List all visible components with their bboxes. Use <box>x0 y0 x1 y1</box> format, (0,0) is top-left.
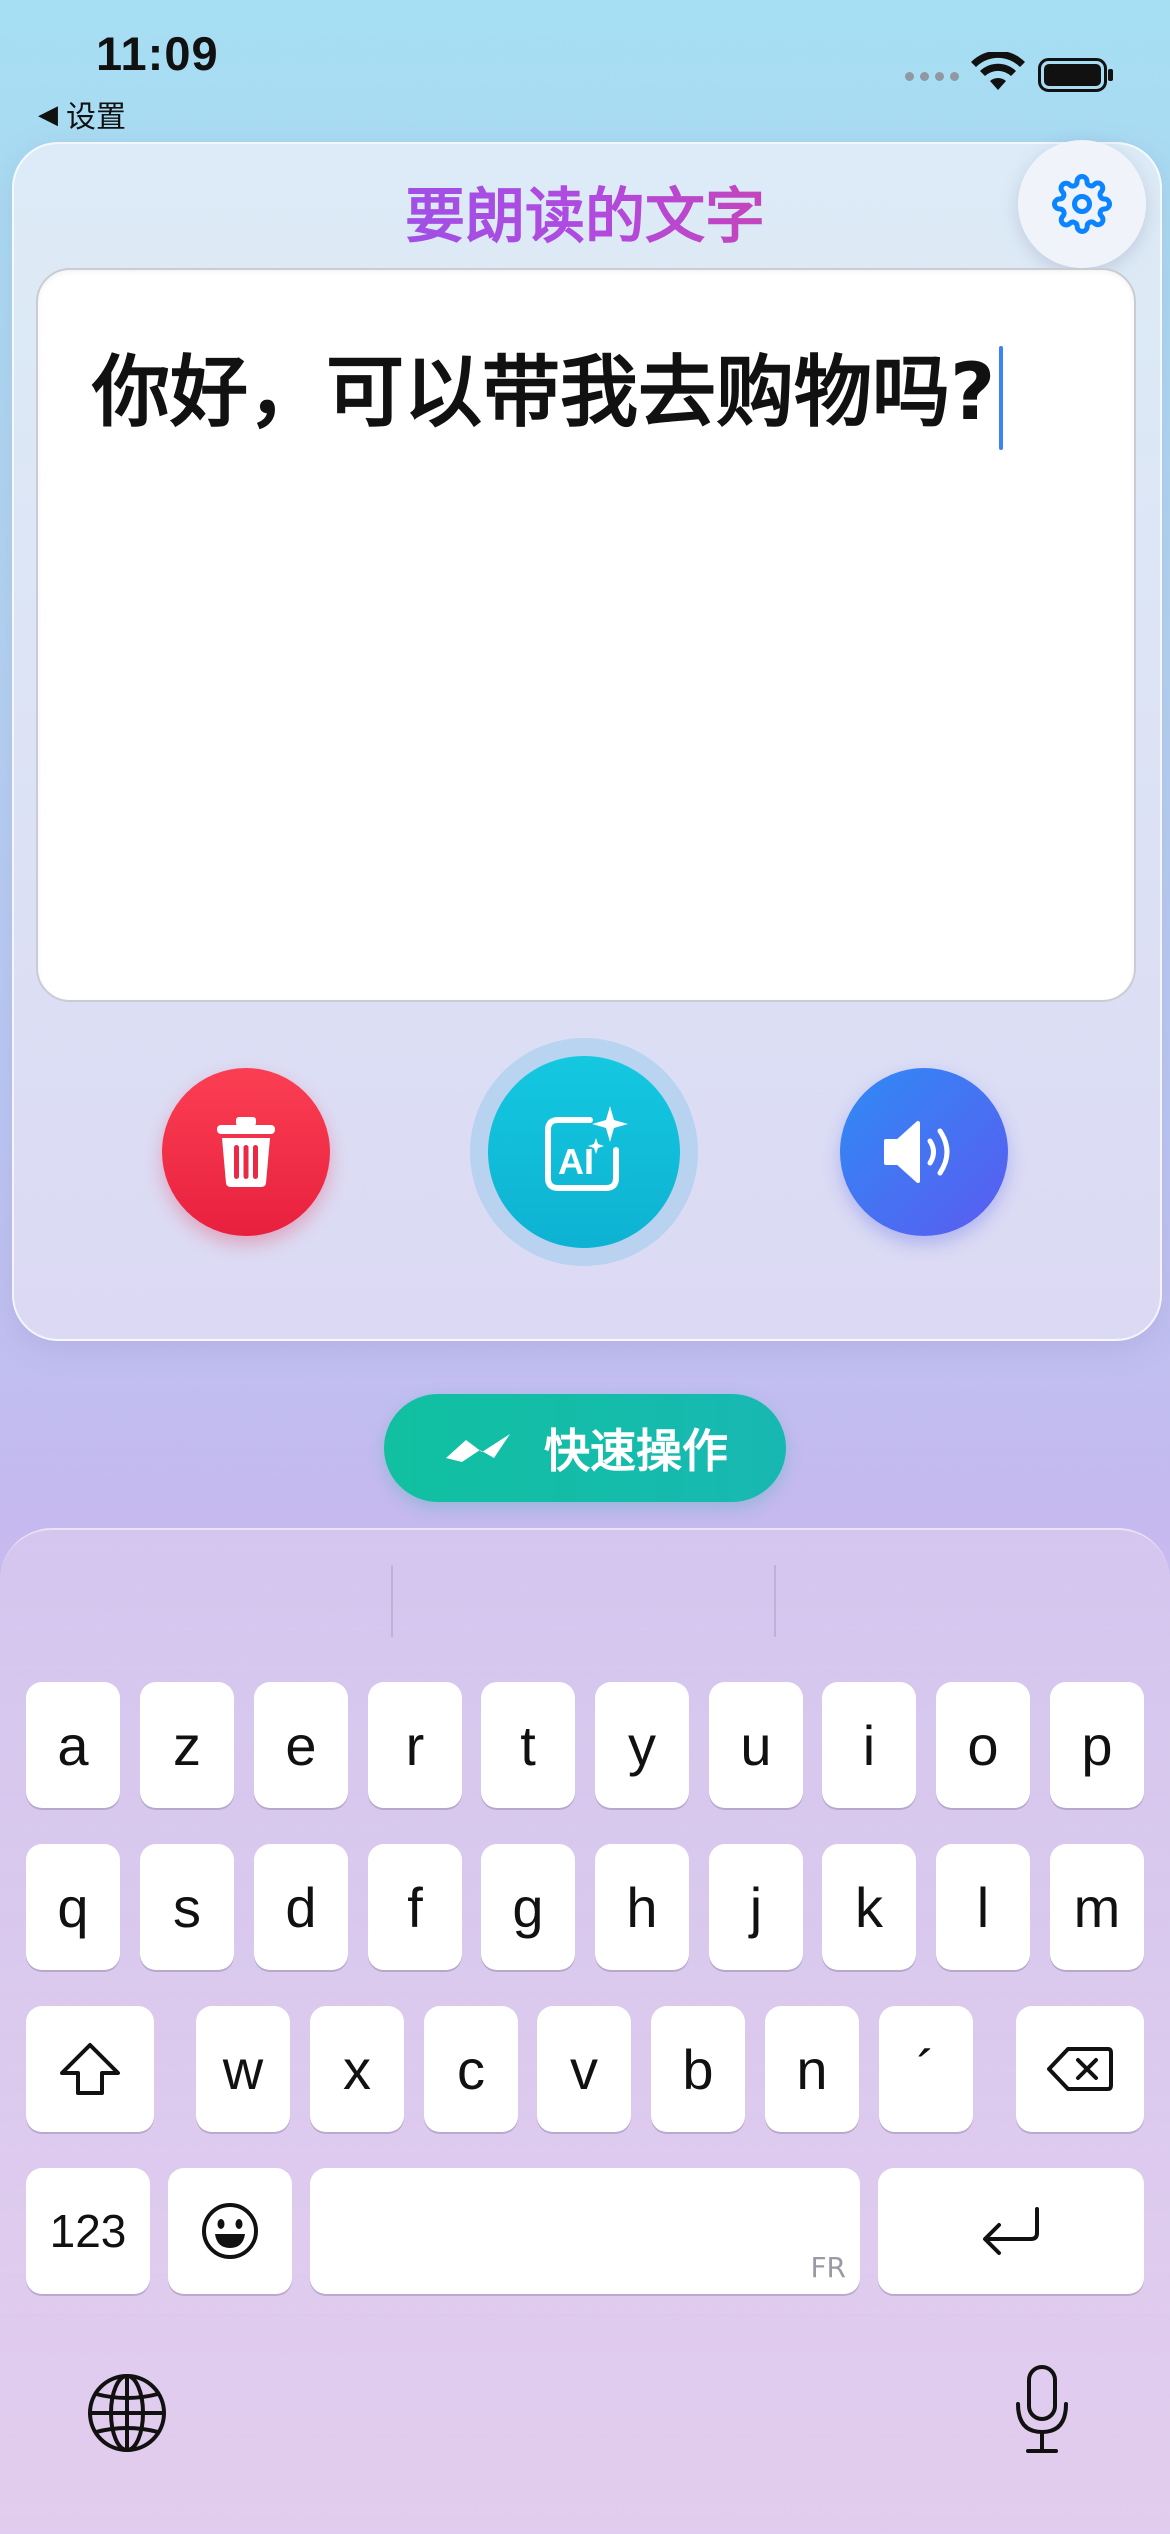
globe-icon[interactable] <box>86 2372 168 2454</box>
key-s[interactable]: s <box>140 1844 234 1970</box>
back-label: 设置 <box>66 101 126 134</box>
key-a[interactable]: a <box>26 1682 120 1808</box>
battery-icon <box>1038 58 1113 92</box>
key-k[interactable]: k <box>822 1844 916 1970</box>
status-time: 11:09 <box>96 27 219 80</box>
key-u[interactable]: u <box>709 1682 803 1808</box>
key-o[interactable]: o <box>936 1682 1030 1808</box>
cellular-signal-icon <box>905 72 959 81</box>
keyboard-language-label: FR <box>810 2251 846 2284</box>
shift-key[interactable] <box>26 2006 154 2132</box>
backspace-icon <box>1047 2047 1113 2091</box>
delete-button[interactable] <box>162 1068 330 1236</box>
speak-button[interactable] <box>840 1068 1008 1236</box>
text-input-value[interactable]: 你好，可以带我去购物吗? <box>92 330 1004 450</box>
gear-icon <box>1052 174 1112 234</box>
key-w[interactable]: w <box>196 2006 290 2132</box>
wifi-icon <box>971 52 1025 90</box>
key-p[interactable]: p <box>1050 1682 1144 1808</box>
back-triangle-icon: ◀ <box>38 98 58 129</box>
key-v[interactable]: v <box>537 2006 631 2132</box>
suggestion-divider <box>391 1565 393 1637</box>
text-value: 你好，可以带我去购物吗? <box>92 348 996 438</box>
key-acute-accent[interactable]: ´ <box>879 2006 973 2132</box>
key-q[interactable]: q <box>26 1844 120 1970</box>
key-y[interactable]: y <box>595 1682 689 1808</box>
key-e[interactable]: e <box>254 1682 348 1808</box>
emoji-key[interactable] <box>168 2168 292 2294</box>
key-x[interactable]: x <box>310 2006 404 2132</box>
key-z[interactable]: z <box>140 1682 234 1808</box>
text-input-area[interactable]: 你好，可以带我去购物吗? <box>36 268 1136 1002</box>
key-r[interactable]: r <box>368 1682 462 1808</box>
key-h[interactable]: h <box>595 1844 689 1970</box>
speaker-icon <box>884 1121 950 1183</box>
emoji-icon <box>202 2203 258 2259</box>
trash-icon <box>217 1117 275 1187</box>
key-b[interactable]: b <box>651 2006 745 2132</box>
key-g[interactable]: g <box>481 1844 575 1970</box>
key-t[interactable]: t <box>481 1682 575 1808</box>
key-c[interactable]: c <box>424 2006 518 2132</box>
back-to-settings-link[interactable]: ◀ 设置 <box>38 92 126 136</box>
key-m[interactable]: m <box>1050 1844 1144 1970</box>
key-n[interactable]: n <box>765 2006 859 2132</box>
space-key[interactable]: FR <box>310 2168 860 2294</box>
key-j[interactable]: j <box>709 1844 803 1970</box>
quick-actions-label: 快速操作 <box>544 1425 728 1477</box>
ai-sparkle-icon: AI <box>545 1106 628 1191</box>
return-icon <box>983 2207 1039 2255</box>
ai-button[interactable]: AI <box>488 1056 680 1248</box>
backspace-key[interactable] <box>1016 2006 1144 2132</box>
card-title: 要朗读的文字 <box>0 168 1170 255</box>
wave-icon <box>446 1434 510 1462</box>
svg-text:AI: AI <box>558 1141 594 1182</box>
numbers-key[interactable]: 123 <box>26 2168 150 2294</box>
suggestion-divider <box>774 1565 776 1637</box>
text-caret <box>999 345 1004 450</box>
microphone-icon[interactable] <box>1012 2364 1072 2456</box>
key-l[interactable]: l <box>936 1844 1030 1970</box>
key-d[interactable]: d <box>254 1844 348 1970</box>
settings-button[interactable] <box>1018 140 1146 268</box>
key-i[interactable]: i <box>822 1682 916 1808</box>
key-f[interactable]: f <box>368 1844 462 1970</box>
return-key[interactable] <box>878 2168 1144 2294</box>
quick-actions-button[interactable]: 快速操作 <box>384 1394 786 1502</box>
shift-arrow-icon <box>60 2043 120 2095</box>
